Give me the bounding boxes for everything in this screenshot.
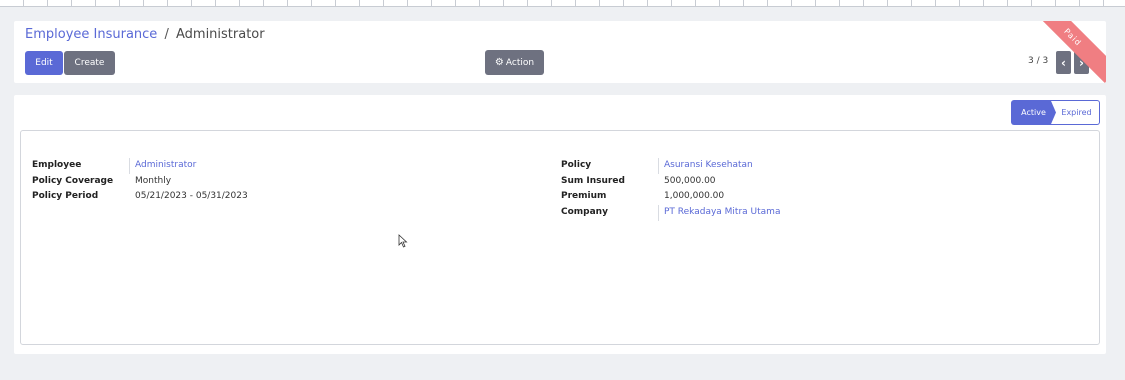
policy-period-value: 05/21/2023 - 05/31/2023: [135, 191, 248, 201]
pager-value[interactable]: 3 / 3: [1028, 56, 1048, 66]
field-divider: [658, 158, 659, 174]
premium-label: Premium: [561, 191, 607, 201]
pager-previous-button[interactable]: ‹: [1056, 51, 1071, 74]
breadcrumb: Employee Insurance / Administrator: [25, 27, 265, 42]
policy-value[interactable]: Asuransi Kesehatan: [664, 160, 753, 170]
employee-value[interactable]: Administrator: [135, 160, 196, 170]
form-group: Employee Administrator Policy Coverage M…: [20, 130, 1100, 345]
company-label: Company: [561, 207, 608, 217]
breadcrumb-separator: /: [164, 27, 169, 42]
sum-insured-label: Sum Insured: [561, 176, 625, 186]
control-panel: Employee Insurance / Administrator Edit …: [14, 21, 1106, 83]
top-grid-line: [0, 0, 1125, 7]
chevron-left-icon: ‹: [1061, 55, 1066, 70]
edit-button[interactable]: Edit: [25, 51, 63, 75]
create-button[interactable]: Create: [64, 51, 115, 75]
breadcrumb-parent-link[interactable]: Employee Insurance: [25, 27, 157, 42]
field-divider: [129, 158, 130, 174]
breadcrumb-current: Administrator: [175, 27, 265, 42]
policy-period-label: Policy Period: [32, 191, 99, 201]
policy-coverage-value: Monthly: [135, 176, 172, 186]
action-button[interactable]: ⚙ Action: [485, 50, 544, 75]
gear-icon: ⚙: [494, 57, 504, 68]
premium-value: 1,000,000.00: [664, 191, 725, 201]
policy-label: Policy: [561, 160, 592, 170]
company-value[interactable]: PT Rekadaya Mitra Utama: [664, 207, 780, 217]
status-active[interactable]: Active: [1011, 100, 1056, 125]
field-divider: [658, 205, 659, 221]
policy-coverage-label: Policy Coverage: [32, 176, 114, 186]
employee-label: Employee: [32, 160, 82, 170]
sum-insured-value: 500,000.00: [664, 176, 716, 186]
mouse-cursor-icon: [398, 234, 408, 248]
action-button-label: Action: [505, 57, 535, 68]
